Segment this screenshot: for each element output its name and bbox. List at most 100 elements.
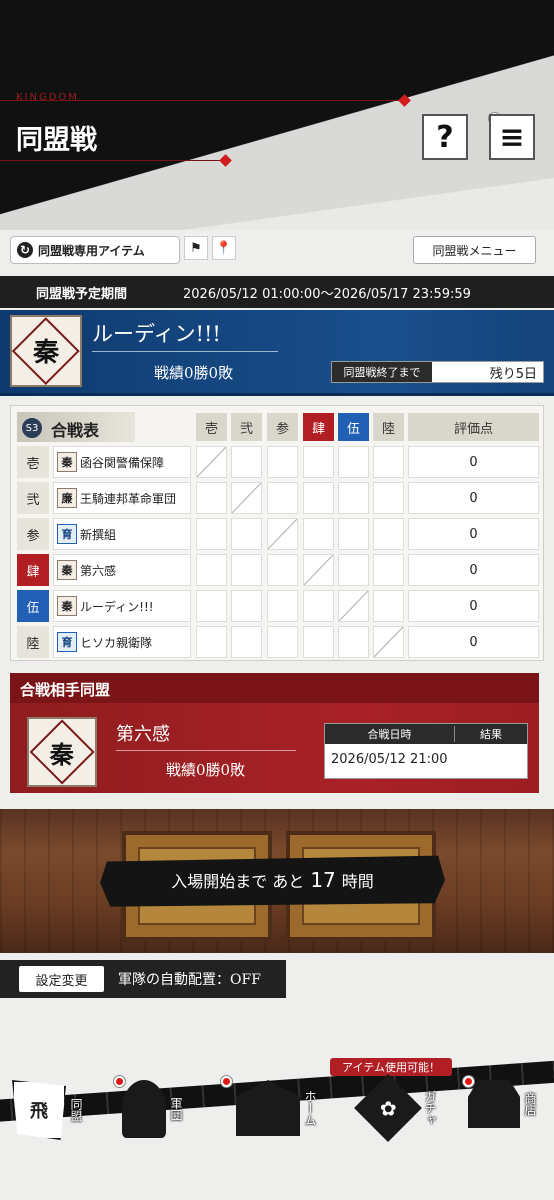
header-background-slant-2 [0,0,554,230]
alliance-menu-button[interactable]: 同盟戦メニュー [413,236,536,264]
period-label: 同盟戦予定期間 [36,286,128,302]
opponent-title: 合戦相手同盟 [20,681,111,699]
nav-gacha-label: ガチャ [423,1090,437,1126]
nav-alliance[interactable]: 飛 同盟 [12,1080,102,1140]
score-cell [338,626,369,658]
score-cell [267,590,298,622]
nav-gacha[interactable]: ✿ ガチャ [354,1074,473,1142]
table-row-alliance[interactable]: 秦ルーディン!!! [53,590,191,622]
alliance-emblem-small: 秦 [57,560,77,580]
points-cell: 0 [408,482,539,514]
nav-home[interactable]: ホーム [236,1080,353,1136]
nav-alliance-label: 同盟 [69,1098,83,1122]
row-label: 陸 [17,626,49,658]
item-usable-badge: アイテム使用可能！ [330,1058,452,1076]
end-countdown-value: 残り5日 [432,362,543,382]
table-title: 合戦表 [51,421,100,440]
score-cell-self [373,626,404,658]
row-label: 弐 [17,482,49,514]
battle-table: S3 合戦表 壱 弐 参 肆 伍 陸 評価点 壱 秦函谷関警備保障 0 弐 廉王… [10,405,544,661]
table-row-alliance[interactable]: 秦函谷関警備保障 [53,446,191,478]
date-header: 合戦日時 [325,726,455,742]
my-alliance-record: 戦績0勝0敗 [154,364,234,382]
score-cell [338,518,369,550]
score-cell [338,554,369,586]
settings-bar: 設定変更 軍隊の自動配置：OFF [0,960,286,998]
points-cell: 0 [408,446,539,478]
nav-army[interactable]: 軍団 [122,1080,202,1138]
table-row-alliance[interactable]: 廉王騎連邦革命軍団 [53,482,191,514]
table-row-alliance[interactable]: 育ヒソカ親衛隊 [53,626,191,658]
score-cell [267,482,298,514]
emblem-diamond: 秦 [29,719,95,785]
opponent-emblem[interactable]: 秦 [27,717,97,787]
score-cell [267,626,298,658]
score-cell [373,482,404,514]
points-cell: 0 [408,518,539,550]
flag-icon: 飛 [12,1080,66,1140]
column-header: 肆 [303,413,334,441]
score-cell [196,590,227,622]
season-badge: S3 [21,417,43,439]
entry-unit: 時間 [341,872,374,891]
column-header: 伍 [338,413,369,441]
help-button[interactable]: ? [422,114,468,160]
nav-home-label: ホーム [303,1090,317,1126]
column-header: 壱 [196,413,227,441]
opponent-panel: 合戦相手同盟 秦 第六感 戦績0勝0敗 合戦日時 結果 2026/05/12 2… [10,673,539,793]
alliance-emblem-small: 秦 [57,452,77,472]
entry-prefix: 入場開始まで あと [171,872,305,891]
score-cell [267,446,298,478]
row-label: 伍 [17,590,49,622]
nav-army-label: 軍団 [169,1097,183,1121]
auto-deploy-status: 軍隊の自動配置：OFF [118,972,261,988]
score-cell-self [338,590,369,622]
score-cell [231,590,262,622]
name-underline [92,351,278,352]
kingdom-divider [0,100,405,101]
score-cell [303,482,334,514]
end-countdown: 同盟戦終了まで 残り5日 [331,361,544,383]
result-header: 結果 [480,728,502,741]
score-cell [196,626,227,658]
column-header: 参 [267,413,298,441]
row-label: 壱 [17,446,49,478]
score-cell [338,446,369,478]
menu-button[interactable]: ≡ [489,114,535,160]
row-label: 肆 [17,554,49,586]
score-cell [231,554,262,586]
alliance-emblem[interactable]: 秦 [10,315,82,387]
settings-change-button[interactable]: 設定変更 [19,966,104,992]
refresh-icon: ↻ [17,242,33,258]
opponent-name-underline [116,750,296,751]
gacha-icon: ✿ [354,1074,422,1142]
my-alliance-panel: 秦 [0,310,554,396]
alliance-items-button[interactable]: ↻ 同盟戦専用アイテム [10,236,180,264]
score-cell [196,554,227,586]
nav-shop[interactable]: 商店 [468,1080,554,1128]
score-cell [303,590,334,622]
castle-icon [236,1080,300,1136]
table-row-alliance[interactable]: 秦第六感 [53,554,191,586]
score-cell-self [267,518,298,550]
score-cell [196,518,227,550]
points-cell: 0 [408,626,539,658]
points-header: 評価点 [408,413,539,441]
pin-item-icon[interactable]: 📍 [212,236,236,260]
banner-item-icon[interactable]: ⚑ [184,236,208,260]
column-header: 弐 [231,413,262,441]
score-cell-self [196,446,227,478]
schedule-header: 合戦日時 結果 [325,724,527,744]
score-cell [373,590,404,622]
alliance-items-label: 同盟戦専用アイテム [38,243,145,258]
nav-shop-label: 商店 [523,1092,537,1116]
emblem-diamond: 秦 [12,317,80,385]
score-cell [196,482,227,514]
end-countdown-label: 同盟戦終了まで [332,362,432,382]
table-row-alliance[interactable]: 育新撰組 [53,518,191,550]
score-cell-self [303,554,334,586]
score-cell [373,446,404,478]
score-cell [231,446,262,478]
period-range: 2026/05/12 01:00:00～2026/05/17 23:59:59 [183,286,471,302]
kingdom-label: KINGDOM [16,92,79,103]
